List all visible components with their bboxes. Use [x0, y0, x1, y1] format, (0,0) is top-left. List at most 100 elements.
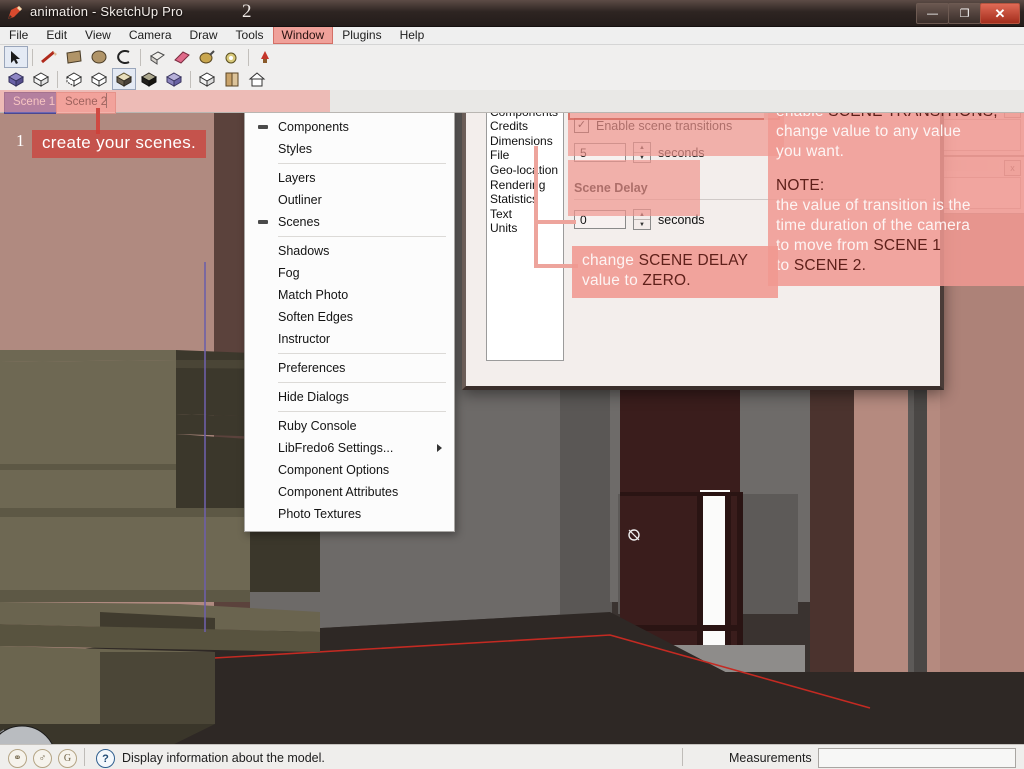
menu-draw[interactable]: Draw — [181, 26, 227, 44]
menu-item-hide-dialogs[interactable]: Hide Dialogs — [245, 386, 454, 408]
paint-bucket-icon[interactable] — [195, 46, 219, 68]
chevron-down-icon[interactable]: ▼ — [634, 220, 650, 229]
annotation-line: NOTE: — [776, 177, 825, 194]
menu-camera[interactable]: Camera — [120, 26, 181, 44]
menu-item-component-attributes[interactable]: Component Attributes — [245, 481, 454, 503]
protractor-icon[interactable] — [253, 46, 277, 68]
category-item-rendering[interactable]: Rendering — [487, 178, 563, 193]
menu-edit[interactable]: Edit — [37, 26, 76, 44]
menu-item-component-options[interactable]: Component Options — [245, 459, 454, 481]
category-item-file[interactable]: File — [487, 148, 563, 163]
divider — [682, 748, 683, 766]
annotation-line: change value to any value — [776, 123, 962, 140]
menu-item-components[interactable]: Components — [245, 116, 454, 138]
menu-item-libfredo6-settings[interactable]: LibFredo6 Settings... — [245, 437, 454, 459]
shaded-texture-icon[interactable] — [137, 68, 161, 90]
annotation-scene-transitions-note: enable SCENE TRANSITIONS, change value t… — [768, 96, 1024, 286]
maximize-button[interactable]: ❐ — [948, 3, 981, 24]
menu-window[interactable]: Window — [272, 26, 334, 44]
toolbar-row-2[interactable] — [4, 68, 269, 90]
divider — [278, 382, 446, 383]
transition-seconds-unit: seconds — [658, 145, 705, 160]
walk-icon[interactable] — [195, 68, 219, 90]
step-marker-1: 1 — [16, 131, 25, 150]
category-item-dimensions[interactable]: Dimensions — [487, 134, 563, 149]
enable-scene-transitions-label: Enable scene transitions — [596, 118, 733, 133]
privacy-key-icon[interactable]: ⚭ — [8, 749, 27, 768]
measurements-input[interactable] — [818, 748, 1016, 768]
menu-item-shadows[interactable]: Shadows — [245, 240, 454, 262]
menu-item-instructor[interactable]: Instructor — [245, 328, 454, 350]
close-button[interactable]: ✕ — [980, 3, 1020, 24]
menu-item-styles[interactable]: Styles — [245, 138, 454, 160]
credits-g-icon[interactable]: G — [58, 749, 77, 768]
status-bar: ⚭ ♂ G ? Display information about the mo… — [0, 744, 1024, 769]
person-icon[interactable]: ♂ — [33, 749, 52, 768]
measurements-label: Measurements — [729, 751, 812, 765]
menu-item-fog[interactable]: Fog — [245, 262, 454, 284]
look-around-icon[interactable] — [220, 68, 244, 90]
category-item-credits[interactable]: Credits — [487, 119, 563, 134]
category-item-geo-location[interactable]: Geo-location — [487, 163, 563, 178]
annotation-line — [776, 162, 1024, 176]
step-marker-2: 2 — [242, 1, 252, 22]
select-arrow-icon[interactable] — [4, 46, 28, 68]
divider — [278, 411, 446, 412]
minimize-button[interactable]: — — [916, 3, 949, 24]
chevron-up-icon[interactable]: ▲ — [634, 143, 650, 153]
menu-view[interactable]: View — [76, 26, 120, 44]
iso-view-icon[interactable] — [4, 68, 28, 90]
category-item-text[interactable]: Text — [487, 207, 563, 222]
category-item-statistics[interactable]: Statistics — [487, 192, 563, 207]
status-message: Display information about the model. — [122, 751, 325, 765]
transition-seconds-input[interactable]: 5 — [574, 143, 626, 162]
divider — [190, 70, 191, 88]
rectangle-icon[interactable] — [62, 46, 86, 68]
position-camera-icon[interactable] — [245, 68, 269, 90]
transition-seconds-stepper[interactable]: ▲ ▼ — [633, 142, 651, 163]
menu-item-layers[interactable]: Layers — [245, 167, 454, 189]
hidden-line-icon[interactable] — [62, 68, 86, 90]
delay-seconds-stepper[interactable]: ▲ ▼ — [633, 209, 651, 230]
chevron-up-icon[interactable]: ▲ — [634, 210, 650, 220]
category-item-units[interactable]: Units — [487, 221, 563, 236]
scene-tab-2[interactable]: Scene 2 — [56, 92, 117, 114]
window-titlebar[interactable]: animation - SketchUp Pro 2 — ❐ ✕ — [0, 0, 1024, 27]
delay-seconds-input[interactable]: 0 — [574, 210, 626, 229]
menu-tools[interactable]: Tools — [227, 26, 273, 44]
menu-item-scenes[interactable]: Scenes — [245, 211, 454, 233]
eraser-icon[interactable] — [170, 46, 194, 68]
model-info-category-list[interactable]: Animation Components Credits Dimensions … — [486, 89, 564, 361]
scene-tabs-bar[interactable]: Scene 1 Scene 2 — [0, 90, 1024, 114]
shaded-view-icon[interactable] — [112, 68, 136, 90]
question-mark-icon[interactable]: ? — [96, 749, 115, 768]
arc-icon[interactable] — [112, 46, 136, 68]
annotation-line: value to ZERO. — [582, 272, 691, 289]
toolbar-row-1[interactable] — [4, 46, 277, 68]
delay-seconds-unit: seconds — [658, 212, 705, 227]
pencil-line-icon[interactable] — [37, 46, 61, 68]
monochrome-icon[interactable] — [162, 68, 186, 90]
xray-view-icon[interactable] — [87, 68, 111, 90]
checkbox-enable-scene-transitions[interactable]: ✓ — [574, 118, 589, 133]
chevron-right-icon — [437, 444, 442, 452]
menu-item-preferences[interactable]: Preferences — [245, 357, 454, 379]
window-menu-dropdown[interactable]: ✓ Model Info Entity Info Materials Compo… — [244, 42, 455, 532]
tape-measure-icon[interactable] — [220, 46, 244, 68]
menu-item-soften-edges[interactable]: Soften Edges — [245, 306, 454, 328]
menu-item-outliner[interactable]: Outliner — [245, 189, 454, 211]
chevron-down-icon[interactable]: ▼ — [634, 153, 650, 162]
push-pull-icon[interactable] — [145, 46, 169, 68]
menu-bar[interactable]: File Edit View Camera Draw Tools Window … — [0, 26, 1024, 45]
menu-plugins[interactable]: Plugins — [333, 26, 390, 44]
main-toolbar[interactable] — [0, 44, 1024, 91]
divider — [84, 748, 85, 766]
menu-file[interactable]: File — [0, 26, 37, 44]
menu-help[interactable]: Help — [391, 26, 434, 44]
circle-icon[interactable] — [87, 46, 111, 68]
annotation-line: the value of transition is the — [776, 197, 971, 214]
menu-item-match-photo[interactable]: Match Photo — [245, 284, 454, 306]
wireframe-view-icon[interactable] — [29, 68, 53, 90]
menu-item-photo-textures[interactable]: Photo Textures — [245, 503, 454, 525]
menu-item-ruby-console[interactable]: Ruby Console — [245, 415, 454, 437]
